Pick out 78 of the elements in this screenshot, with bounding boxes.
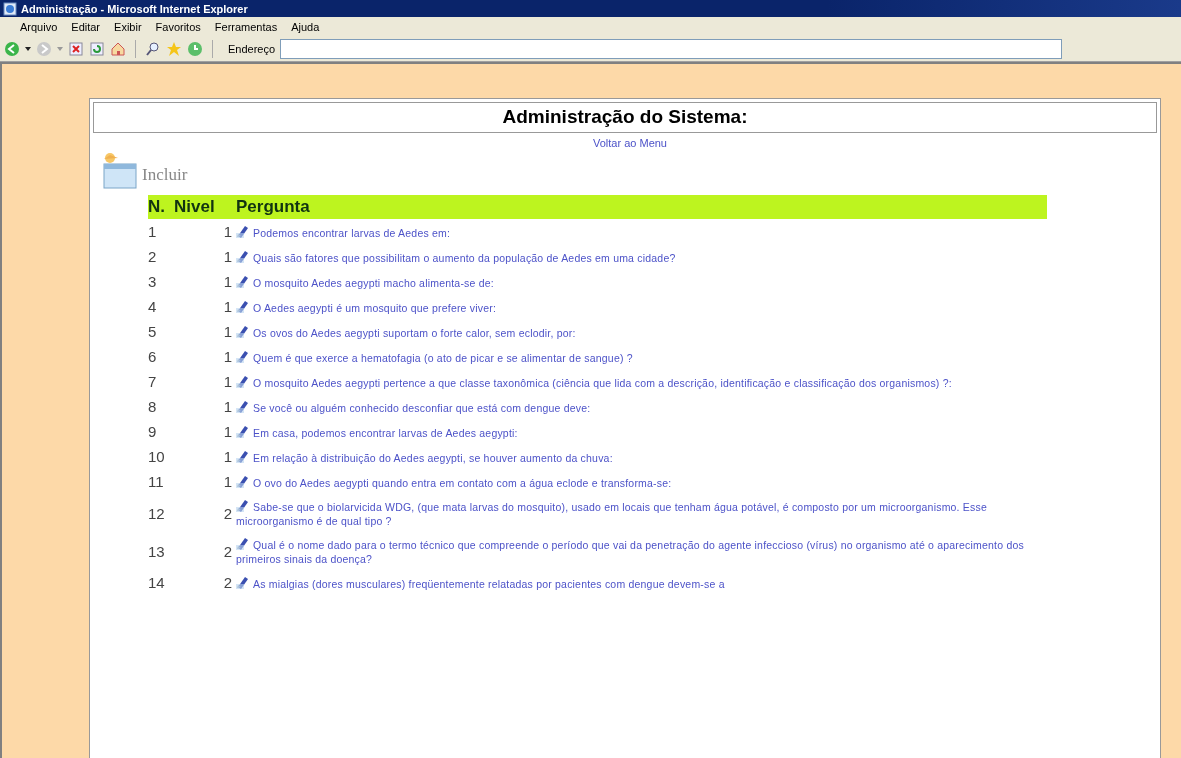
pencil-icon[interactable] — [236, 223, 250, 238]
stop-icon[interactable] — [68, 41, 84, 57]
pencil-icon[interactable] — [236, 273, 250, 288]
question-link[interactable]: Em casa, podemos encontrar larvas de Aedes aegypti: — [236, 423, 1047, 440]
page-heading: Administração do Sistema: — [93, 102, 1157, 133]
search-icon[interactable] — [145, 41, 161, 57]
menu-item[interactable]: Ajuda — [291, 21, 320, 33]
back-icon[interactable] — [4, 41, 20, 57]
pencil-icon[interactable] — [236, 536, 250, 550]
column-header: N. — [148, 195, 174, 219]
pencil-icon[interactable] — [236, 248, 250, 263]
pencil-icon[interactable] — [236, 423, 250, 438]
row-number: 10 — [148, 448, 165, 465]
menu-item[interactable]: Editar — [71, 21, 101, 33]
level-number: 1 — [223, 398, 232, 415]
pencil-icon[interactable] — [236, 473, 250, 488]
level-number: 1 — [223, 298, 232, 315]
level-number: 2 — [223, 574, 232, 591]
column-header: Pergunta — [236, 195, 1047, 219]
column-header: Nivel — [174, 195, 236, 219]
pencil-icon[interactable] — [236, 398, 250, 413]
star-icon[interactable] — [166, 41, 182, 57]
row-number: 12 — [148, 504, 165, 522]
row-number: 8 — [148, 398, 157, 415]
pencil-icon[interactable] — [236, 298, 250, 313]
address-field[interactable] — [280, 39, 1063, 59]
pencil-icon[interactable] — [236, 348, 250, 363]
level-number: 1 — [223, 248, 232, 265]
row-number: 14 — [148, 574, 165, 591]
question-link[interactable]: O mosquito Aedes aegypti macho alimenta-se de: — [236, 273, 1047, 290]
question-link[interactable]: As mialgias (dores musculares) freqüentemente relatadas por pacientes com dengue devem-se a — [236, 574, 1047, 591]
question-link[interactable]: Qual é o nome dado para o termo técnico que compreende o período que vai da penetração do agente infeccioso (vírus) no organismo até o aparecimento dos primeiros sinais da doença? — [236, 536, 1047, 566]
row-number: 3 — [148, 273, 157, 290]
level-number: 1 — [223, 273, 232, 290]
include-link[interactable]: Incluir — [142, 165, 188, 185]
pencil-icon[interactable] — [236, 373, 250, 388]
row-number: 11 — [148, 473, 164, 490]
row-number: 2 — [148, 248, 157, 265]
level-number: 1 — [223, 473, 232, 490]
question-link[interactable]: O Aedes aegypti é um mosquito que prefere viver: — [236, 298, 1047, 315]
level-number: 1 — [223, 423, 232, 440]
window-title: Administração - Microsoft Internet Explorer — [21, 2, 248, 15]
question-link[interactable]: Em relação à distribuição do Aedes aegypti, se houver aumento da chuva: — [236, 448, 1047, 465]
question-link[interactable]: Podemos encontrar larvas de Aedes em: — [236, 223, 1047, 240]
level-number: 2 — [223, 504, 232, 522]
pencil-icon[interactable] — [236, 574, 250, 589]
question-link[interactable]: O ovo do Aedes aegypti quando entra em contato com a água eclode e transforma-se: — [236, 473, 1047, 490]
row-number: 4 — [148, 298, 157, 315]
level-number: 1 — [223, 448, 232, 465]
row-number: 6 — [148, 348, 157, 365]
refresh-icon[interactable] — [89, 41, 105, 57]
question-link[interactable]: Quem é que exerce a hematofagia (o ato de picar e se alimentar de sangue) ? — [236, 348, 1047, 365]
pencil-icon[interactable] — [236, 498, 250, 512]
row-number: 13 — [148, 542, 165, 560]
home-icon[interactable] — [110, 41, 126, 57]
menu-item[interactable]: Ferramentas — [214, 21, 278, 33]
level-number: 2 — [223, 542, 232, 560]
question-link[interactable]: O mosquito Aedes aegypti pertence a que classe taxonômica (ciência que lida com a descrição, identificação e classificação dos organismos) ?: — [236, 373, 1047, 390]
dropdown-arrow-icon[interactable] — [25, 47, 31, 51]
menu-item[interactable]: Favoritos — [155, 21, 201, 33]
question-link[interactable]: Quais são fatores que possibilitam o aumento da população de Aedes em uma cidade? — [236, 248, 1047, 265]
question-link[interactable]: Sabe-se que o biolarvicida WDG, (que mata larvas do mosquito), usado em locais que tenham água potável, é composto por um microorganismo. Esse microorganismo é de qual tipo ? — [236, 498, 1047, 528]
row-number: 7 — [148, 373, 157, 390]
question-link[interactable]: Os ovos do Aedes aegypti suportam o forte calor, sem eclodir, por: — [236, 323, 1047, 340]
question-link[interactable]: Se você ou alguém conhecido desconfiar que está com dengue deve: — [236, 398, 1047, 415]
address-label: Endereço — [228, 43, 276, 55]
back-link[interactable]: Voltar ao Menu — [593, 137, 667, 149]
level-number: 1 — [223, 223, 232, 240]
menu-item[interactable]: Arquivo — [20, 21, 58, 33]
level-number: 1 — [223, 373, 232, 390]
row-number: 1 — [148, 223, 157, 240]
pencil-icon[interactable] — [236, 448, 250, 463]
level-number: 1 — [223, 323, 232, 340]
row-number: 9 — [148, 423, 157, 440]
menu-item[interactable]: Exibir — [114, 21, 142, 33]
pencil-icon[interactable] — [236, 323, 250, 338]
level-number: 1 — [223, 348, 232, 365]
row-number: 5 — [148, 323, 157, 340]
